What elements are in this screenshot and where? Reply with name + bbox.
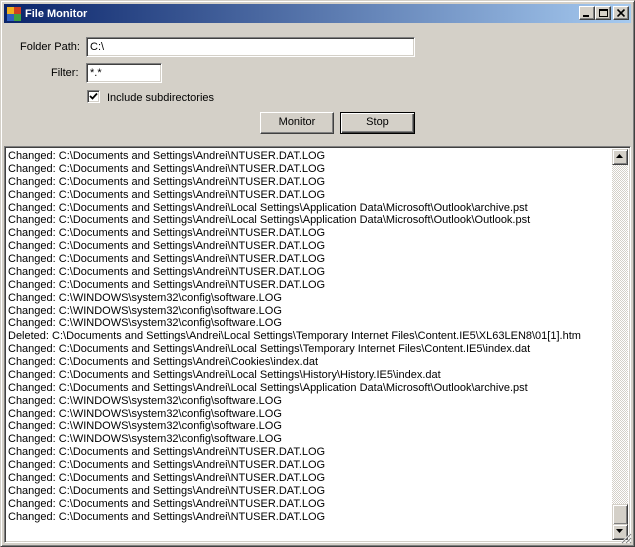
log-entry[interactable]: Changed: C:\Documents and Settings\Andre… — [8, 498, 613, 511]
log-entry[interactable]: Changed: C:\Documents and Settings\Andre… — [8, 176, 613, 189]
window-controls — [579, 6, 629, 20]
log-entry[interactable]: Changed: C:\Documents and Settings\Andre… — [8, 279, 613, 292]
filter-label: Filter: — [51, 67, 79, 79]
log-entry[interactable]: Changed: C:\WINDOWS\system32\config\soft… — [8, 292, 613, 305]
log-entry[interactable]: Changed: C:\Documents and Settings\Andre… — [8, 240, 613, 253]
log-entry[interactable]: Changed: C:\Documents and Settings\Andre… — [8, 253, 613, 266]
log-entry[interactable]: Changed: C:\Documents and Settings\Andre… — [8, 227, 613, 240]
minimize-button[interactable] — [579, 6, 595, 20]
scrollbar-thumb[interactable] — [612, 504, 628, 525]
maximize-icon — [599, 9, 608, 17]
window-title: File Monitor — [25, 7, 88, 20]
title-bar[interactable]: File Monitor — [4, 4, 631, 23]
app-grid-icon[interactable] — [6, 6, 22, 22]
log-entry[interactable]: Changed: C:\Documents and Settings\Andre… — [8, 150, 613, 163]
log-entry[interactable]: Changed: C:\WINDOWS\system32\config\soft… — [8, 408, 613, 421]
minimize-icon — [583, 15, 589, 17]
log-entry[interactable]: Changed: C:\Documents and Settings\Andre… — [8, 214, 613, 227]
log-entry[interactable]: Changed: C:\Documents and Settings\Andre… — [8, 511, 613, 524]
file-monitor-window: File Monitor Folder Path: C:\ Filter: *.… — [0, 0, 635, 547]
size-grip-icon[interactable] — [620, 532, 632, 544]
log-entry[interactable]: Changed: C:\Documents and Settings\Andre… — [8, 459, 613, 472]
log-entry[interactable]: Changed: C:\WINDOWS\system32\config\soft… — [8, 317, 613, 330]
vertical-scrollbar[interactable] — [612, 149, 628, 540]
monitor-button[interactable]: Monitor — [260, 112, 334, 134]
log-entry[interactable]: Changed: C:\WINDOWS\system32\config\soft… — [8, 420, 613, 433]
checkmark-icon — [89, 92, 98, 100]
scroll-up-arrow-icon — [616, 154, 623, 158]
maximize-button[interactable] — [595, 6, 611, 20]
event-log-list[interactable]: Changed: C:\Documents and Settings\Andre… — [4, 146, 631, 543]
log-entry[interactable]: Changed: C:\Documents and Settings\Andre… — [8, 369, 613, 382]
folder-path-label: Folder Path: — [20, 41, 80, 53]
close-button[interactable] — [613, 6, 629, 20]
filter-input[interactable]: *.* — [86, 63, 162, 83]
include-subdirectories-label[interactable]: Include subdirectories — [107, 92, 214, 104]
log-entry[interactable]: Changed: C:\WINDOWS\system32\config\soft… — [8, 433, 613, 446]
folder-path-input[interactable]: C:\ — [86, 37, 415, 57]
stop-button[interactable]: Stop — [340, 112, 415, 134]
log-entry[interactable]: Changed: C:\Documents and Settings\Andre… — [8, 382, 613, 395]
include-subdirectories-checkbox[interactable] — [87, 90, 100, 103]
log-entry[interactable]: Changed: C:\Documents and Settings\Andre… — [8, 343, 613, 356]
scroll-up-button[interactable] — [612, 149, 628, 165]
log-entry[interactable]: Changed: C:\Documents and Settings\Andre… — [8, 356, 613, 369]
log-entry[interactable]: Changed: C:\WINDOWS\system32\config\soft… — [8, 395, 613, 408]
log-entry[interactable]: Changed: C:\Documents and Settings\Andre… — [8, 163, 613, 176]
close-icon — [617, 9, 626, 17]
log-entry[interactable]: Changed: C:\Documents and Settings\Andre… — [8, 485, 613, 498]
log-entry[interactable]: Changed: C:\Documents and Settings\Andre… — [8, 446, 613, 459]
log-lines: Changed: C:\Documents and Settings\Andre… — [8, 150, 613, 539]
log-entry[interactable]: Changed: C:\Documents and Settings\Andre… — [8, 472, 613, 485]
log-entry[interactable]: Changed: C:\Documents and Settings\Andre… — [8, 266, 613, 279]
log-entry[interactable]: Changed: C:\Documents and Settings\Andre… — [8, 202, 613, 215]
log-entry[interactable]: Deleted: C:\Documents and Settings\Andre… — [8, 330, 613, 343]
log-entry[interactable]: Changed: C:\Documents and Settings\Andre… — [8, 189, 613, 202]
log-entry[interactable]: Changed: C:\WINDOWS\system32\config\soft… — [8, 305, 613, 318]
